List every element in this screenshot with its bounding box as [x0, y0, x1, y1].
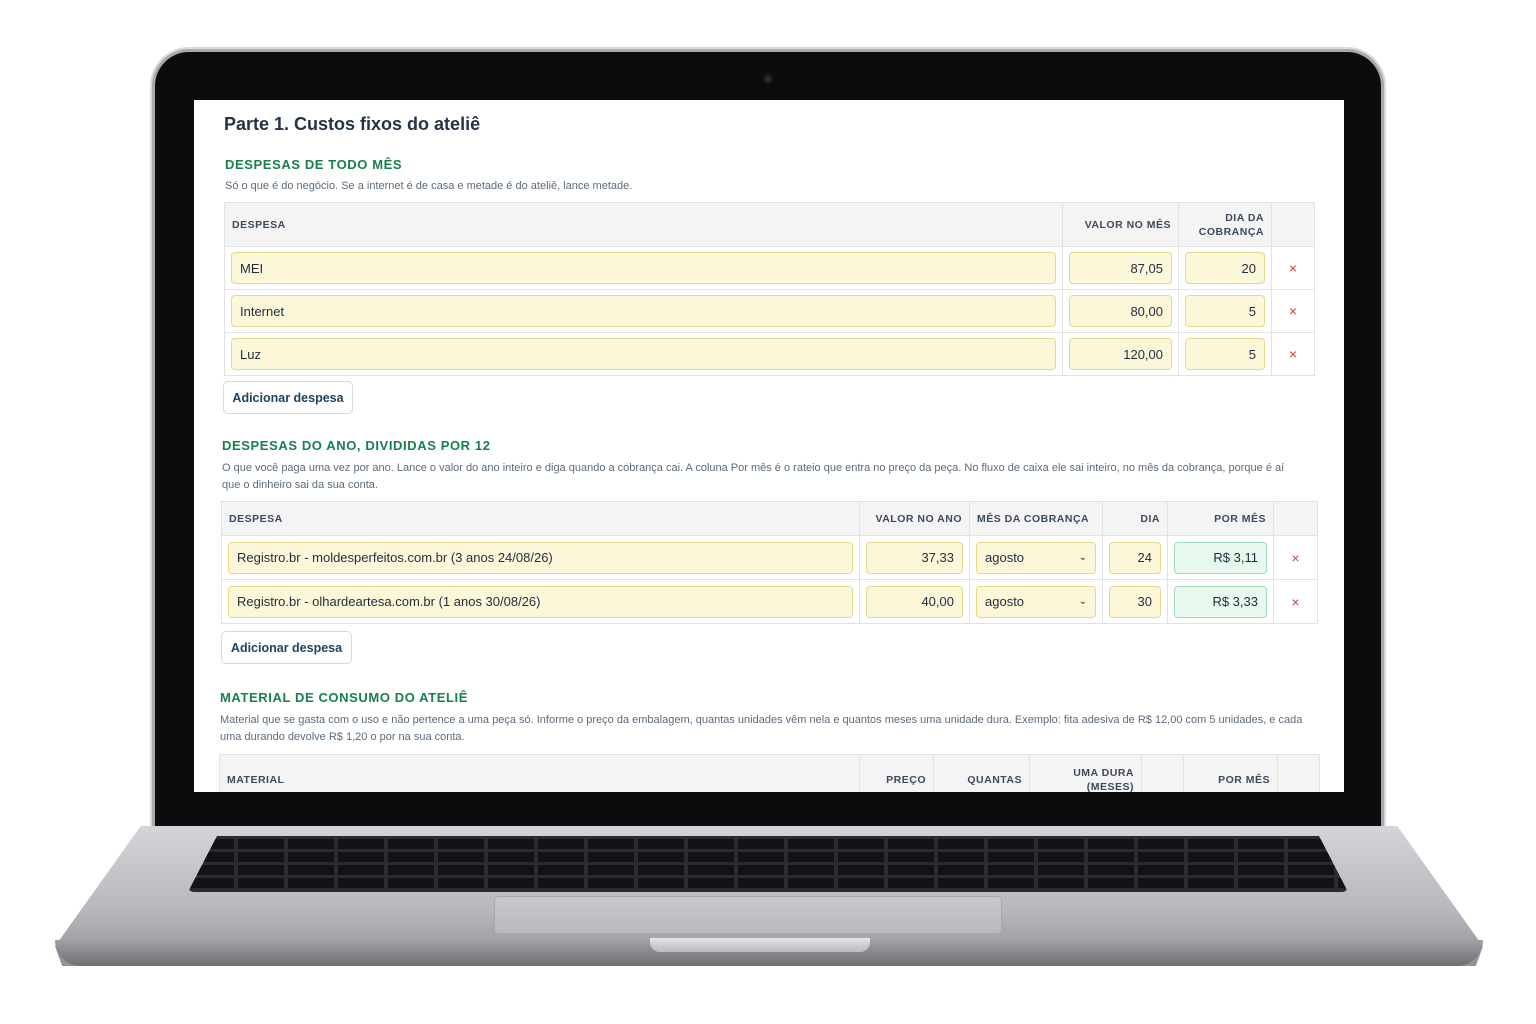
- material-table: MATERIAL PREÇO QUANTAS UMA DURA (MESES) …: [219, 754, 1320, 792]
- close-icon[interactable]: ×: [1278, 303, 1308, 319]
- dia-input[interactable]: 5: [1185, 338, 1265, 370]
- trackpad: [494, 896, 1002, 934]
- dia-input[interactable]: 30: [1109, 585, 1161, 618]
- col-valor-ano: VALOR NO ANO: [859, 501, 970, 536]
- col-material: MATERIAL: [219, 754, 860, 792]
- close-icon[interactable]: ×: [1280, 594, 1311, 610]
- col-actions: [1271, 202, 1315, 247]
- col-por-mes: POR MÊS: [1183, 754, 1278, 792]
- monthly-section-title: DESPESAS DE TODO MÊS: [225, 157, 403, 172]
- chevron-down-icon: ⌄: [1078, 596, 1087, 607]
- col-dia: DIA: [1102, 501, 1168, 536]
- valor-ano-input[interactable]: 37,33: [866, 541, 963, 574]
- col-despesa: DESPESA: [224, 202, 1063, 247]
- col-valor-mes: VALOR NO MÊS: [1062, 202, 1179, 247]
- mes-cobranca-select[interactable]: agosto ⌄: [976, 541, 1096, 574]
- col-spacer: [1141, 754, 1184, 792]
- monthly-table: DESPESA VALOR NO MÊS DIA DA COBRANÇA MEI…: [224, 202, 1315, 376]
- despesa-input[interactable]: Internet: [231, 295, 1056, 327]
- col-dia-cobranca: DIA DA COBRANÇA: [1178, 202, 1272, 247]
- col-despesa: DESPESA: [221, 501, 860, 536]
- yearly-section-title: DESPESAS DO ANO, DIVIDIDAS POR 12: [222, 438, 491, 453]
- col-uma-dura: UMA DURA (MESES): [1029, 754, 1142, 792]
- table-row: MEI 87,05 20 ×: [224, 246, 1315, 290]
- yearly-section-desc: O que você paga uma vez por ano. Lance o…: [222, 462, 1285, 491]
- close-icon[interactable]: ×: [1280, 550, 1311, 566]
- valor-ano-input[interactable]: 40,00: [866, 585, 963, 618]
- material-section-desc: Material que se gasta com o uso e não pe…: [220, 714, 1303, 743]
- col-por-mes: POR MÊS: [1167, 501, 1274, 536]
- close-icon[interactable]: ×: [1278, 346, 1308, 362]
- despesa-input[interactable]: MEI: [231, 252, 1056, 284]
- add-despesa-button[interactable]: Adicionar despesa: [221, 631, 352, 664]
- despesa-input[interactable]: Registro.br - moldesperfeitos.com.br (3 …: [228, 541, 853, 574]
- webcam: [763, 74, 773, 84]
- valor-input[interactable]: 87,05: [1069, 252, 1172, 284]
- chevron-down-icon: ⌄: [1078, 552, 1087, 563]
- por-mes-value: R$ 3,11: [1174, 541, 1267, 574]
- yearly-table: DESPESA VALOR NO ANO MÊS DA COBRANÇA DIA…: [221, 501, 1318, 624]
- dia-input[interactable]: 5: [1185, 295, 1265, 327]
- col-mes-cobranca: MÊS DA COBRANÇA: [969, 501, 1103, 536]
- mes-cobranca-value: agosto: [985, 594, 1025, 609]
- mes-cobranca-select[interactable]: agosto ⌄: [976, 585, 1096, 618]
- dia-input[interactable]: 24: [1109, 541, 1161, 574]
- col-actions: [1277, 754, 1320, 792]
- table-row: Registro.br - olhardeartesa.com.br (1 an…: [221, 579, 1318, 624]
- despesa-input[interactable]: Luz: [231, 338, 1056, 370]
- col-preco: PREÇO: [859, 754, 934, 792]
- mes-cobranca-value: agosto: [985, 550, 1025, 565]
- keyboard: [188, 836, 1348, 892]
- table-row: Luz 120,00 5 ×: [224, 332, 1315, 376]
- col-quantas: QUANTAS: [933, 754, 1030, 792]
- material-section-title: MATERIAL DE CONSUMO DO ATELIÊ: [220, 690, 469, 705]
- screen: Parte 1. Custos fixos do ateliê DESPESAS…: [194, 100, 1344, 792]
- por-mes-value: R$ 3,33: [1174, 585, 1267, 618]
- valor-input[interactable]: 120,00: [1069, 338, 1172, 370]
- table-row: Internet 80,00 5 ×: [224, 289, 1315, 333]
- close-icon[interactable]: ×: [1278, 260, 1308, 276]
- lid-notch: [650, 938, 870, 952]
- valor-input[interactable]: 80,00: [1069, 295, 1172, 327]
- dia-input[interactable]: 20: [1185, 252, 1265, 284]
- despesa-input[interactable]: Registro.br - olhardeartesa.com.br (1 an…: [228, 585, 853, 618]
- monthly-section-desc: Só o que é do negócio. Se a internet é d…: [225, 180, 633, 192]
- table-row: Registro.br - moldesperfeitos.com.br (3 …: [221, 535, 1318, 580]
- add-despesa-button[interactable]: Adicionar despesa: [223, 381, 353, 414]
- page-title: Parte 1. Custos fixos do ateliê: [224, 114, 481, 134]
- col-actions: [1273, 501, 1318, 536]
